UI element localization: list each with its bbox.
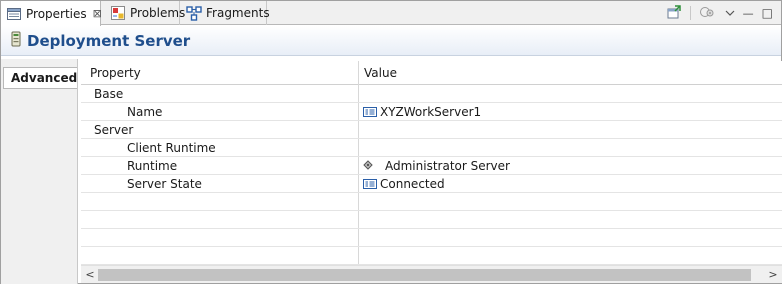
tab-problems[interactable]: Problems [105,1,185,25]
page-title: Deployment Server [27,31,191,50]
horizontal-scrollbar[interactable]: < > [81,265,782,283]
property-value-text: Connected [380,177,445,191]
property-value[interactable]: XYZWorkServer1 [363,105,481,119]
property-value-text: XYZWorkServer1 [380,105,482,119]
empty-table-row[interactable] [81,247,782,265]
table-row[interactable]: Runtime Administrator Server [81,157,782,175]
close-icon[interactable]: ⊠ [93,7,102,20]
table-row[interactable]: Base [81,85,782,103]
property-value[interactable]: Administrator Server [363,159,510,173]
scroll-left-button[interactable]: < [83,268,97,282]
fragments-icon [186,5,202,21]
minimize-button[interactable]: — [743,7,754,20]
column-header-property[interactable]: Property [90,66,141,80]
view-menu-icon[interactable] [725,6,735,20]
property-name: Runtime [127,159,178,173]
table-row[interactable]: Client Runtime [81,139,782,157]
property-name: Client Runtime [127,141,216,155]
maximize-button[interactable]: □ [762,6,773,20]
tab-fragments-label: Fragments [206,6,270,20]
properties-icon [6,6,22,22]
server-icon [11,31,21,50]
property-name: Server State [127,177,202,191]
property-name: Server [94,123,134,137]
text-field-icon [363,178,377,190]
view-toolbar: — □ [666,4,773,22]
scrollbar-thumb[interactable] [98,269,751,281]
table-header: Property Value [81,61,782,85]
tab-advanced[interactable]: Advanced [3,67,77,89]
tab-fragments[interactable]: Fragments [181,1,270,25]
table-row[interactable]: Server [81,121,782,139]
text-field-icon [363,106,377,118]
property-name: Name [127,105,163,119]
property-value-text: Administrator Server [385,159,510,173]
tab-properties-label: Properties [26,6,87,21]
tab-problems-label: Problems [130,6,186,20]
empty-table-row[interactable] [81,193,782,211]
toolbar-separator [689,6,691,20]
tab-properties[interactable]: Properties ⊠ [1,1,102,26]
table-row[interactable]: Name XYZWorkServer1 [81,103,782,121]
properties-view: Properties ⊠ Problems Fragments — □ Depl… [0,0,782,284]
section-tab-list: Advanced [1,59,78,284]
property-table: Property Value Base Name XYZWorkServer1 Ser… [81,61,782,265]
problems-icon [110,5,126,21]
property-value[interactable]: Connected [363,177,445,191]
filter-icon[interactable] [699,4,717,23]
pin-icon[interactable] [666,4,682,23]
empty-table-row[interactable] [81,211,782,229]
page-header: Deployment Server [1,26,781,56]
empty-table-row[interactable] [81,229,782,247]
view-tab-bar: Properties ⊠ Problems Fragments — □ [1,1,781,26]
scroll-right-button[interactable]: > [766,268,780,282]
column-header-value[interactable]: Value [364,66,397,80]
property-name: Base [94,87,124,101]
runtime-icon [363,160,377,172]
table-row[interactable]: Server State Connected [81,175,782,193]
